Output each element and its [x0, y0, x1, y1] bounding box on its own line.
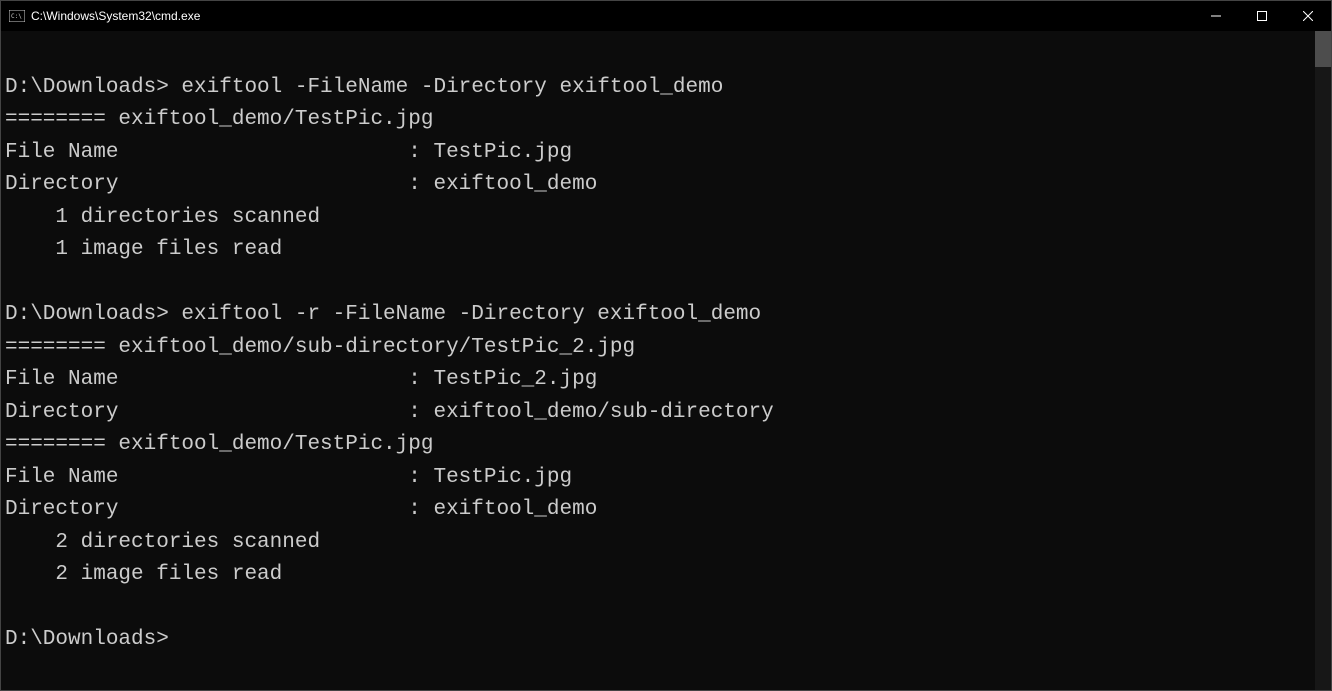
close-button[interactable]	[1285, 1, 1331, 31]
client-area: D:\Downloads> exiftool -FileName -Direct…	[1, 31, 1331, 690]
maximize-button[interactable]	[1239, 1, 1285, 31]
minimize-button[interactable]	[1193, 1, 1239, 31]
svg-text:C:\: C:\	[11, 13, 22, 20]
vertical-scrollbar[interactable]	[1315, 31, 1331, 690]
cmd-window: C:\ C:\Windows\System32\cmd.exe D:\Downl…	[0, 0, 1332, 691]
cmd-icon: C:\	[9, 8, 25, 24]
scroll-thumb[interactable]	[1315, 31, 1331, 67]
titlebar[interactable]: C:\ C:\Windows\System32\cmd.exe	[1, 1, 1331, 31]
window-title: C:\Windows\System32\cmd.exe	[31, 9, 200, 23]
terminal-output[interactable]: D:\Downloads> exiftool -FileName -Direct…	[1, 31, 1315, 690]
